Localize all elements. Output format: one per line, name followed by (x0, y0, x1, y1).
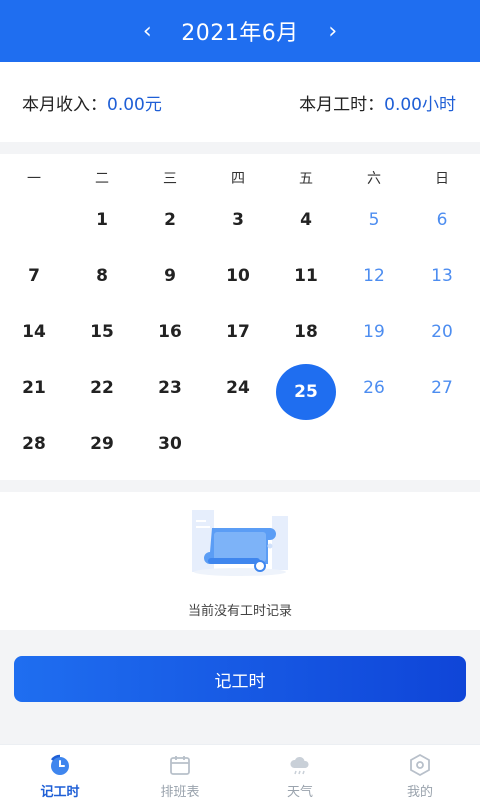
calendar-day-number: 30 (158, 434, 182, 454)
hexagon-icon (410, 753, 430, 777)
calendar-day[interactable]: 29 (68, 416, 136, 472)
calendar-day[interactable]: 7 (0, 248, 68, 304)
weekday-sat: 六 (367, 171, 381, 187)
weekday-sun: 日 (435, 171, 449, 187)
hours-value: 0.00小时 (384, 94, 456, 115)
calendar-day[interactable]: 18 (272, 304, 340, 360)
calendar-day-number: 3 (232, 210, 244, 230)
tab-mine-label: 我的 (406, 785, 433, 800)
calendar-day[interactable]: 12 (340, 248, 408, 304)
calendar-day-number: 28 (22, 434, 46, 454)
calendar-day[interactable]: 30 (136, 416, 204, 472)
record-hours-button[interactable]: 记工时 (14, 656, 466, 702)
calendar-day[interactable]: 28 (0, 416, 68, 472)
calendar-day[interactable]: 23 (136, 360, 204, 416)
calendar-day-number: 4 (300, 210, 312, 230)
income-value: 0.00元 (107, 94, 162, 115)
calendar-day-number: 8 (96, 266, 108, 286)
calendar-day-number: 26 (363, 378, 385, 398)
prev-month-button[interactable]: ‹ (127, 11, 167, 51)
hours-summary: 本月工时：0.00小时 (299, 90, 456, 115)
calendar-day[interactable]: 17 (204, 304, 272, 360)
calendar-day[interactable]: 16 (136, 304, 204, 360)
calendar-day[interactable]: 14 (0, 304, 68, 360)
calendar-day[interactable]: 3 (204, 192, 272, 248)
calendar-day[interactable]: 11 (272, 248, 340, 304)
calendar-day-number: 17 (226, 322, 250, 342)
calendar-day-number: 14 (22, 322, 46, 342)
calendar-day[interactable]: 4 (272, 192, 340, 248)
month-summary: 本月收入：0.00元 本月工时：0.00小时 (0, 62, 480, 142)
calendar-day-number: 5 (368, 210, 380, 230)
tab-record-hours[interactable]: 记工时 (0, 745, 120, 800)
calendar-day[interactable]: 20 (408, 304, 476, 360)
clock-icon (51, 754, 69, 775)
calendar-day[interactable]: 26 (340, 360, 408, 416)
calendar-day-number: 24 (226, 378, 250, 398)
calendar-day-number: 27 (431, 378, 453, 398)
calendar-day[interactable]: 2 (136, 192, 204, 248)
hours-label: 本月工时： (299, 94, 385, 115)
calendar-day[interactable]: 10 (204, 248, 272, 304)
weekday-wed: 三 (163, 171, 177, 187)
empty-records-illustration (192, 510, 288, 576)
calendar-day-number: 2 (164, 210, 176, 230)
empty-state: 当前没有工时记录 (0, 492, 480, 630)
calendar-day[interactable]: 22 (68, 360, 136, 416)
calendar-day-number: 1 (96, 210, 108, 230)
calendar-day[interactable]: 5 (340, 192, 408, 248)
next-month-button[interactable]: › (313, 11, 353, 51)
tab-schedule-label: 排班表 (160, 785, 200, 800)
tab-record-hours-label: 记工时 (40, 785, 80, 800)
calendar-day-number: 23 (158, 378, 182, 398)
weekday-header: 一 二 三 四 五 六 日 (0, 164, 480, 192)
calendar-day-number: 25 (276, 364, 336, 420)
calendar-day[interactable]: 8 (68, 248, 136, 304)
calendar-day-number: 22 (90, 378, 114, 398)
header-bar: ‹ 2021年6月 › (0, 0, 480, 62)
weekday-tue: 二 (95, 171, 109, 187)
tab-weather[interactable]: 天气 (240, 745, 360, 800)
calendar-day[interactable]: 15 (68, 304, 136, 360)
calendar-day-number: 15 (90, 322, 114, 342)
calendar-day[interactable]: 13 (408, 248, 476, 304)
calendar-day[interactable]: 9 (136, 248, 204, 304)
calendar-day[interactable]: 21 (0, 360, 68, 416)
calendar-day-number: 13 (431, 266, 453, 286)
tab-schedule[interactable]: 排班表 (120, 745, 240, 800)
calendar: 一 二 三 四 五 六 日 1 2 3 4 5 6 7 8 9 10 11 12 13 14 15 16 17 1… (0, 154, 480, 480)
calendar-icon (170, 756, 190, 775)
calendar-day[interactable]: 19 (340, 304, 408, 360)
calendar-day-number: 16 (158, 322, 182, 342)
calendar-day[interactable]: 25 (272, 360, 340, 420)
empty-message: 当前没有工时记录 (187, 604, 292, 619)
calendar-day-number: 10 (226, 266, 250, 286)
calendar-day-number: 7 (28, 266, 40, 286)
calendar-day-number: 18 (294, 322, 318, 342)
calendar-day[interactable]: 24 (204, 360, 272, 416)
calendar-day-number: 19 (363, 322, 385, 342)
weekday-thu: 四 (231, 171, 245, 187)
bottom-tab-bar: 记工时 排班表 天气 我的 (0, 744, 480, 800)
calendar-day-number: 6 (436, 210, 448, 230)
month-title: 2021年6月 (181, 21, 299, 46)
tab-mine[interactable]: 我的 (360, 745, 480, 800)
calendar-day-number: 21 (22, 378, 46, 398)
calendar-day[interactable]: 6 (408, 192, 476, 248)
weekday-mon: 一 (27, 171, 41, 187)
tab-weather-label: 天气 (286, 785, 313, 800)
calendar-day[interactable]: 27 (408, 360, 476, 416)
calendar-day-number: 20 (431, 322, 453, 342)
income-summary: 本月收入：0.00元 (22, 90, 162, 115)
income-label: 本月收入： (22, 94, 107, 115)
weekday-fri: 五 (299, 171, 313, 187)
calendar-day-number: 11 (294, 266, 318, 286)
calendar-day[interactable]: 1 (68, 192, 136, 248)
cloud-icon (290, 756, 309, 775)
calendar-day-number: 29 (90, 434, 114, 454)
calendar-day-number: 12 (363, 266, 385, 286)
calendar-day-number: 9 (164, 266, 176, 286)
